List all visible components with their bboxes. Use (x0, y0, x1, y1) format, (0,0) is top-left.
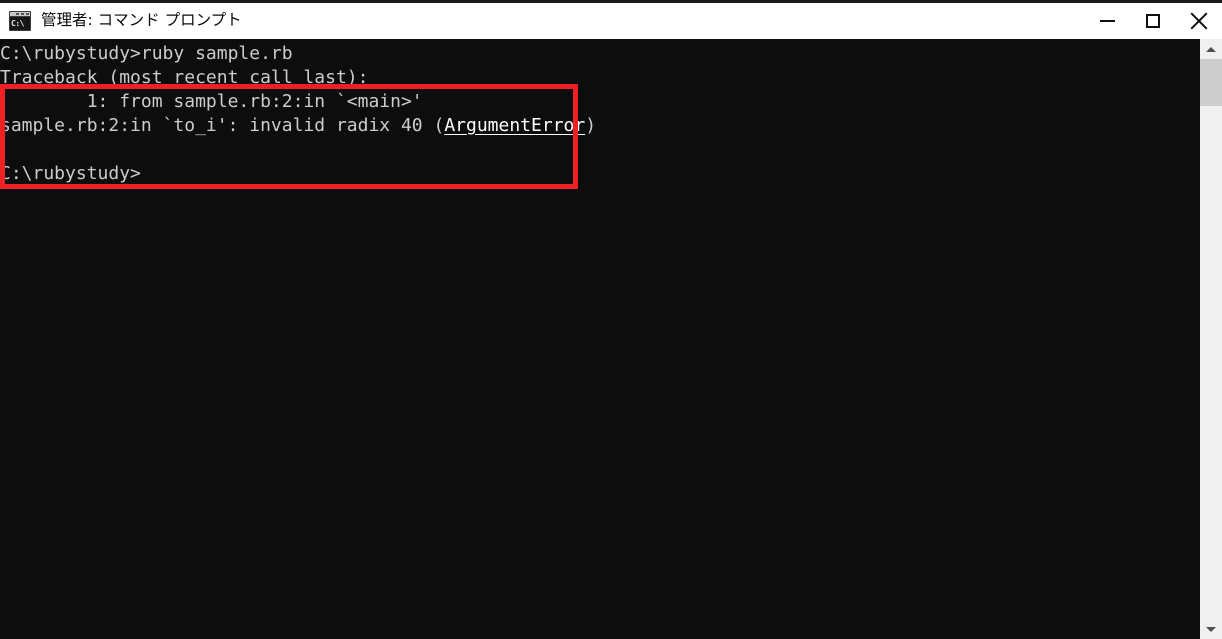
console-output-area[interactable]: C:\rubystudy>ruby sample.rb Traceback (m… (0, 39, 1200, 639)
console-line-3: 1: from sample.rb:2:in `<main>' (0, 91, 423, 112)
scroll-down-button[interactable] (1200, 619, 1222, 639)
window-title-bar[interactable]: C:\ 管理者: コマンド プロンプト (0, 3, 1222, 39)
console-line-4-suffix: ) (585, 115, 597, 136)
window-title-text: 管理者: コマンド プロンプト (41, 11, 242, 30)
chevron-down-icon (1206, 626, 1216, 632)
chevron-up-icon (1206, 46, 1216, 52)
close-button[interactable] (1176, 3, 1222, 39)
minimize-icon (1099, 20, 1115, 22)
cmd-icon-dot-1 (16, 13, 19, 15)
cmd-icon-dot-2 (21, 13, 24, 15)
command-prompt-window: C:\ 管理者: コマンド プロンプト C:\rubystudy>ruby sa… (0, 0, 1222, 639)
cmd-icon-dot-3 (26, 13, 29, 15)
maximize-icon (1146, 14, 1160, 28)
title-bar-drag-area[interactable] (242, 3, 1084, 39)
console-line-4-prefix: sample.rb:2:in `to_i': invalid radix 40 … (0, 115, 445, 136)
console-error-type: ArgumentError (444, 115, 586, 136)
close-icon (1189, 11, 1209, 31)
cmd-icon-body: C:\ (10, 17, 30, 30)
cmd-icon-prompt-text: C:\ (11, 18, 24, 28)
cmd-console-icon: C:\ (9, 11, 31, 31)
console-line-2: Traceback (most recent call last): (0, 67, 369, 88)
console-line-6-prompt: C:\rubystudy> (0, 163, 141, 184)
console-line-1: C:\rubystudy>ruby sample.rb (0, 43, 293, 64)
window-controls (1084, 3, 1222, 39)
minimize-button[interactable] (1084, 3, 1130, 39)
vertical-scrollbar[interactable] (1200, 39, 1222, 639)
console-text-buffer: C:\rubystudy>ruby sample.rb Traceback (m… (0, 42, 596, 186)
title-bar-left: C:\ 管理者: コマンド プロンプト (0, 3, 242, 39)
scrollbar-thumb[interactable] (1200, 59, 1222, 106)
maximize-button[interactable] (1130, 3, 1176, 39)
scroll-up-button[interactable] (1200, 39, 1222, 59)
